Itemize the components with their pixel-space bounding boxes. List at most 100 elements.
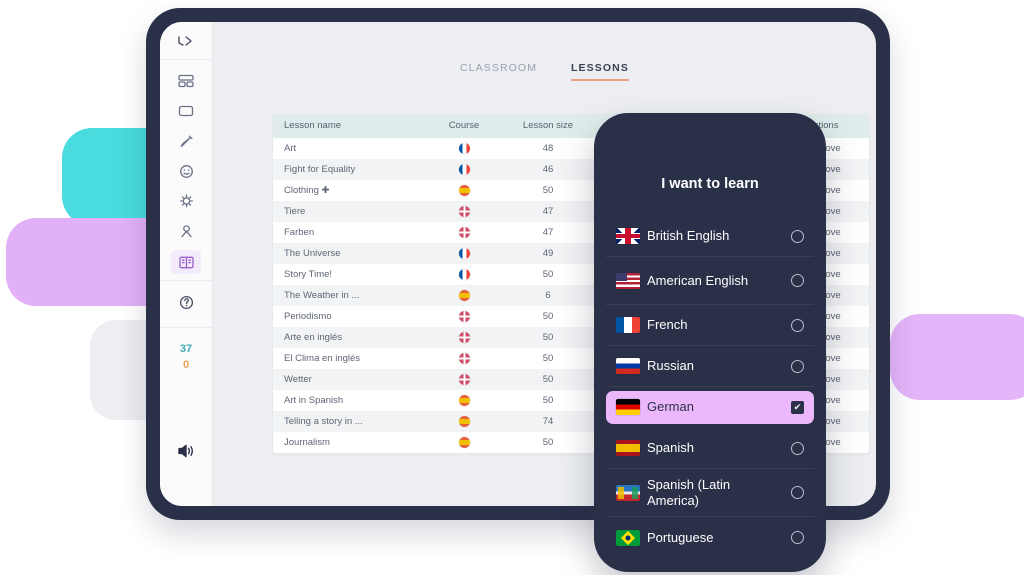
cell-course-flag-icon <box>423 411 505 432</box>
decor-blob-right <box>890 314 1024 400</box>
code-logo-icon[interactable] <box>160 22 213 60</box>
language-label: Spanish (Latin America) <box>647 477 791 508</box>
language-option[interactable]: Spanish (Latin America) <box>606 469 814 517</box>
radio-unchecked-icon[interactable] <box>791 486 804 499</box>
cell-course-flag-icon <box>423 180 505 201</box>
help-circle-icon[interactable] <box>160 287 213 317</box>
counter-primary: 37 <box>180 342 192 358</box>
language-list: British English American English French Rus… <box>594 216 826 558</box>
cell-course-flag-icon <box>423 243 505 264</box>
cell-course-flag-icon <box>423 138 505 159</box>
cell-course-flag-icon <box>423 432 505 453</box>
lightbulb-icon[interactable] <box>160 186 213 216</box>
cell-lesson-name: El Clima en inglés <box>273 348 423 369</box>
cell-course-flag-icon <box>423 222 505 243</box>
emoji-icon[interactable] <box>160 156 213 186</box>
cell-course-flag-icon <box>423 201 505 222</box>
cell-lesson-size: 47 <box>505 222 591 243</box>
cell-lesson-name: Journalism <box>273 432 423 453</box>
radio-unchecked-icon[interactable] <box>791 360 804 373</box>
layout-icon[interactable] <box>160 66 213 96</box>
radio-unchecked-icon[interactable] <box>791 442 804 455</box>
flag-de-icon <box>616 399 640 415</box>
language-label: Russian <box>647 358 791 373</box>
phone-title: I want to learn <box>594 176 826 192</box>
language-label: German <box>647 399 791 414</box>
tab-classroom[interactable]: CLASSROOM <box>460 62 537 81</box>
speaker-icon[interactable] <box>160 436 213 466</box>
col-course[interactable]: Course <box>423 114 505 138</box>
cell-course-flag-icon <box>423 306 505 327</box>
language-option[interactable]: American English <box>606 257 814 305</box>
language-option[interactable]: German✔ <box>606 391 814 424</box>
language-option[interactable]: French <box>606 305 814 346</box>
cell-lesson-name: Periodismo <box>273 306 423 327</box>
language-label: Spanish <box>647 440 791 455</box>
flag-fr-icon <box>616 317 640 333</box>
language-label: American English <box>647 273 791 288</box>
counter-secondary: 0 <box>180 358 192 374</box>
user-icon[interactable] <box>160 216 213 246</box>
radio-unchecked-icon[interactable] <box>791 319 804 332</box>
language-option[interactable]: Russian <box>606 346 814 387</box>
flag-es-icon <box>616 440 640 456</box>
language-option[interactable]: Portuguese <box>606 517 814 558</box>
cell-lesson-size: 50 <box>505 348 591 369</box>
cell-lesson-size: 50 <box>505 432 591 453</box>
language-label: British English <box>647 228 791 243</box>
screen-icon[interactable] <box>160 96 213 126</box>
tab-lessons[interactable]: LESSONS <box>571 62 629 81</box>
cell-lesson-size: 50 <box>505 369 591 390</box>
flag-br-icon <box>616 530 640 546</box>
cell-course-flag-icon <box>423 348 505 369</box>
cell-lesson-size: 50 <box>505 390 591 411</box>
cell-lesson-size: 50 <box>505 180 591 201</box>
cell-course-flag-icon <box>423 285 505 306</box>
cell-lesson-size: 50 <box>505 306 591 327</box>
sidebar: 37 0 <box>160 22 213 506</box>
cell-course-flag-icon <box>423 159 505 180</box>
screenshot-root: 37 0 CLASSROOM LESSONS <box>0 0 1024 575</box>
cell-lesson-name: Farben <box>273 222 423 243</box>
microphone-icon[interactable] <box>160 126 213 156</box>
language-label: Portuguese <box>647 530 791 545</box>
flag-us-icon <box>616 273 640 289</box>
cell-lesson-name: Art <box>273 138 423 159</box>
cell-lesson-name: Tiere <box>273 201 423 222</box>
cell-course-flag-icon <box>423 327 505 348</box>
col-lesson-size[interactable]: Lesson size <box>505 114 591 138</box>
cell-lesson-name: Story Time! <box>273 264 423 285</box>
cell-lesson-name: Art in Spanish <box>273 390 423 411</box>
cell-lesson-size: 6 <box>505 285 591 306</box>
col-lesson-name[interactable]: Lesson name <box>273 114 423 138</box>
cell-lesson-name: Telling a story in ... <box>273 411 423 432</box>
cell-lesson-size: 47 <box>505 201 591 222</box>
flag-uk-icon <box>616 228 640 244</box>
cell-course-flag-icon <box>423 264 505 285</box>
language-label: French <box>647 317 791 332</box>
cell-lesson-size: 50 <box>505 264 591 285</box>
cell-lesson-size: 74 <box>505 411 591 432</box>
radio-unchecked-icon[interactable] <box>791 531 804 544</box>
cell-lesson-name: Arte en inglés <box>273 327 423 348</box>
cell-lesson-size: 46 <box>505 159 591 180</box>
cell-lesson-name: Fight for Equality <box>273 159 423 180</box>
cell-lesson-name: The Weather in ... <box>273 285 423 306</box>
cell-course-flag-icon <box>423 390 505 411</box>
radio-unchecked-icon[interactable] <box>791 274 804 287</box>
cell-lesson-size: 49 <box>505 243 591 264</box>
cell-lesson-name: The Universe <box>273 243 423 264</box>
cell-lesson-name: Wetter <box>273 369 423 390</box>
checkbox-checked-icon[interactable]: ✔ <box>791 401 804 414</box>
flag-latam-icon <box>616 485 640 501</box>
cell-lesson-size: 50 <box>505 327 591 348</box>
sidebar-counters: 37 0 <box>180 342 192 374</box>
cell-course-flag-icon <box>423 369 505 390</box>
radio-unchecked-icon[interactable] <box>791 230 804 243</box>
language-option[interactable]: British English <box>606 216 814 257</box>
phone-overlay: I want to learn British English American … <box>594 113 826 572</box>
tab-bar: CLASSROOM LESSONS <box>213 22 876 81</box>
sidebar-item-lessons[interactable] <box>171 250 201 274</box>
cell-lesson-name: Clothing ✚ <box>273 180 423 201</box>
language-option[interactable]: Spanish <box>606 428 814 469</box>
